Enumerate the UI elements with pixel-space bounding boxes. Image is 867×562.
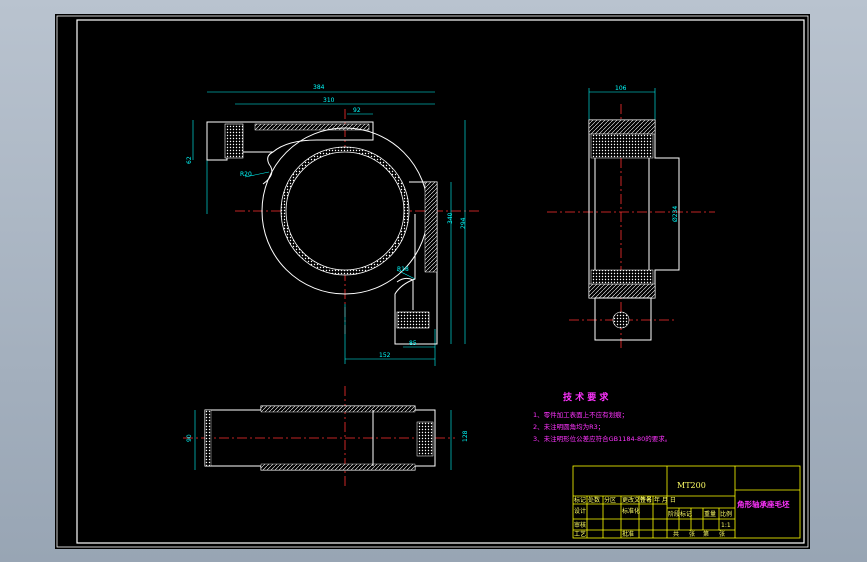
tb-sheet-total: 共	[673, 530, 679, 538]
tb-standard: 标准化	[622, 507, 640, 515]
dim-top-inner: 310	[323, 97, 335, 104]
dim-side-width: 106	[615, 85, 627, 92]
tb-zone: 分区	[604, 496, 616, 504]
tb-count: 处数	[588, 496, 600, 504]
dim-left-height: 62	[186, 156, 193, 164]
part-name: 角形轴承座毛坯	[737, 499, 790, 509]
dim-radius-right: R18	[397, 266, 409, 273]
drawing-sheet: 384 310 92 62 R20 340 294 R18 152 85 106…	[55, 14, 810, 549]
front-view	[192, 91, 481, 366]
outer-frame	[56, 15, 809, 548]
dim-radius-left: R20	[240, 171, 252, 178]
dim-bottom-width: 152	[379, 352, 391, 359]
tb-sheet2: 张	[719, 530, 725, 538]
tb-sheet: 张	[689, 530, 695, 538]
tb-stage: 阶段标记	[668, 510, 692, 518]
dim-side-dia: Ø234	[672, 206, 679, 222]
tb-design: 设计	[574, 507, 586, 515]
requirement-item-1: 1、零件加工表面上不应有划痕；	[533, 410, 628, 419]
dim-bottom-small: 85	[409, 340, 417, 347]
requirement-item-3: 3、未注明形位公差应符合GB1184-80的要求。	[533, 434, 671, 443]
tb-weight: 重量	[704, 510, 716, 518]
tb-craft: 工艺	[574, 530, 586, 538]
dim-top-small: 92	[353, 107, 361, 114]
dim-plan-left: 90	[186, 434, 193, 442]
tb-date: 年 月 日	[654, 496, 676, 504]
drawing-canvas: 384 310 92 62 R20 340 294 R18 152 85 106…	[56, 15, 809, 548]
dim-top-width: 384	[313, 84, 325, 91]
tb-review: 审核	[574, 521, 586, 529]
dim-right-height-b: 294	[460, 217, 467, 229]
model-number: MT200	[677, 481, 706, 490]
requirements-title: 技 术 要 求	[563, 391, 609, 403]
requirement-item-2: 2、未注明圆角均为R3；	[533, 422, 604, 431]
tb-approve: 批准	[622, 530, 634, 538]
dim-right-height-a: 340	[447, 212, 454, 224]
tb-ratio: 1:1	[721, 522, 731, 529]
tb-mark: 标记	[574, 496, 586, 504]
plan-view	[183, 386, 455, 486]
side-view	[547, 88, 715, 350]
tb-scale: 比例	[720, 510, 732, 518]
tb-sheet-no: 第	[703, 530, 709, 538]
dim-plan-right: 128	[462, 430, 469, 442]
tb-sign: 签名	[640, 496, 652, 504]
inner-frame	[76, 19, 805, 544]
